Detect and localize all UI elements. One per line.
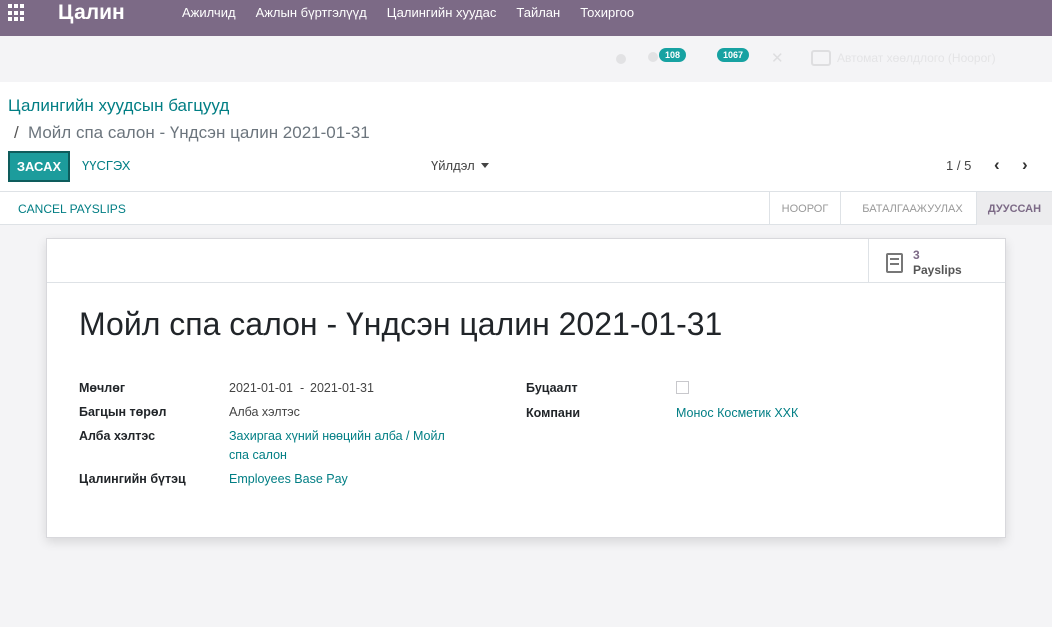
breadcrumb-separator: / xyxy=(14,123,19,142)
cancel-payslips-button[interactable]: CANCEL PAYSLIPS xyxy=(18,202,126,216)
caret-down-icon xyxy=(480,162,489,168)
payslips-count: 3 xyxy=(913,248,920,262)
department-label: Алба хэлтэс xyxy=(79,429,156,443)
period-separator: - xyxy=(300,381,305,395)
department-link-line1[interactable]: Захиргаа хүний нөөцийн алба / Мойл xyxy=(229,429,445,443)
chevron-right-icon[interactable]: › xyxy=(1022,155,1028,175)
stage-draft[interactable]: НООРОГ xyxy=(769,192,840,225)
top-navbar: Цалин Ажилчид Ажлын бүртгэлүүд Цалингийн… xyxy=(0,0,1052,36)
structure-label: Цалингийн бүтэц xyxy=(79,472,186,486)
department-link-line2[interactable]: спа салон xyxy=(229,448,287,462)
edit-button[interactable]: ЗАСАХ xyxy=(8,151,70,182)
period-label: Мөчлөг xyxy=(79,381,126,395)
menu-item-work-entries[interactable]: Ажлын бүртгэлүүд xyxy=(256,5,367,20)
company-link[interactable]: Монос Косметик ХХК xyxy=(676,406,798,420)
structure-link[interactable]: Employees Base Pay xyxy=(229,472,348,486)
stage-confirm[interactable]: БАТАЛГААЖУУЛАХ xyxy=(840,192,976,225)
apps-menu-icon[interactable] xyxy=(8,4,26,22)
payslips-label: Payslips xyxy=(913,263,962,277)
chat-icon[interactable] xyxy=(648,52,658,62)
batch-type-value: Алба хэлтэс xyxy=(229,405,300,419)
bug-icon[interactable] xyxy=(616,54,626,64)
app-brand[interactable]: Цалин xyxy=(58,1,125,25)
period-end-value: 2021-01-31 xyxy=(310,381,374,395)
pos-status-text[interactable]: Автомат хөөлдлого (Ноорог) xyxy=(837,51,996,65)
chevron-left-icon[interactable]: ‹ xyxy=(994,155,1000,175)
create-button[interactable]: ҮҮСГЭХ xyxy=(82,158,130,173)
camera-icon[interactable] xyxy=(811,50,831,66)
status-stages: НООРОГ БАТАЛГААЖУУЛАХ ДУУССАН xyxy=(769,192,1052,225)
pager-value[interactable]: 1 / 5 xyxy=(946,158,971,173)
record-title: Мойл спа салон - Үндсэн цалин 2021-01-31 xyxy=(79,306,723,342)
close-icon[interactable]: ✕ xyxy=(771,49,784,67)
menu-item-payslips[interactable]: Цалингийн хуудас xyxy=(387,5,497,20)
breadcrumb-current: Мойл спа салон - Үндсэн цалин 2021-01-31 xyxy=(28,123,370,142)
action-dropdown-label: Үйлдэл xyxy=(431,158,475,173)
batch-type-label: Багцын төрөл xyxy=(79,405,167,419)
refund-checkbox[interactable] xyxy=(676,381,689,394)
menu-item-reporting[interactable]: Тайлан xyxy=(516,5,560,20)
breadcrumb-parent[interactable]: Цалингийн хуудсын багцууд xyxy=(8,96,229,116)
button-box xyxy=(47,239,1005,283)
company-label: Компани xyxy=(526,406,581,420)
menu-item-employees[interactable]: Ажилчид xyxy=(182,5,236,20)
messages-badge[interactable]: 108 xyxy=(659,48,687,62)
stage-done[interactable]: ДУУССАН xyxy=(976,192,1052,225)
action-dropdown[interactable]: Үйлдэл xyxy=(431,158,489,173)
period-start-value: 2021-01-01 xyxy=(229,381,293,395)
main-menu: Ажилчид Ажлын бүртгэлүүд Цалингийн хууда… xyxy=(182,5,654,20)
menu-item-configuration[interactable]: Тохиргоо xyxy=(580,5,634,20)
book-icon xyxy=(886,253,903,273)
activities-badge[interactable]: 1067 xyxy=(717,48,750,62)
refund-label: Буцаалт xyxy=(526,381,578,395)
